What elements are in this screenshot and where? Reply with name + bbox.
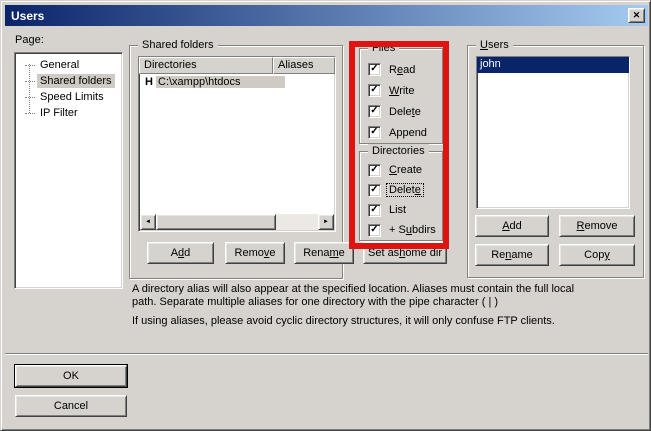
tree-item-general[interactable]: General (15, 57, 122, 73)
page-label: Page: (15, 34, 44, 46)
user-add-button[interactable]: Add (475, 215, 549, 237)
separator-line (5, 353, 648, 355)
checkbox-row-file-delete[interactable]: ✓ Delete (360, 101, 442, 122)
tree-item-label: General (37, 58, 82, 72)
list-checkbox[interactable]: ✓ (368, 204, 381, 217)
close-button[interactable]: ✕ (628, 8, 645, 23)
create-label[interactable]: Create (387, 164, 424, 176)
files-group-label: Files (368, 41, 399, 55)
folder-rename-button[interactable]: Rename (294, 242, 354, 264)
tree-item-shared-folders[interactable]: Shared folders (15, 73, 122, 89)
append-checkbox[interactable]: ✓ (368, 126, 381, 139)
tree-item-speed-limits[interactable]: Speed Limits (15, 89, 122, 105)
cancel-button[interactable]: Cancel (15, 395, 127, 417)
scrollbar-track[interactable] (276, 214, 318, 230)
create-checkbox[interactable]: ✓ (368, 164, 381, 177)
tree-item-label: Speed Limits (37, 90, 107, 104)
checkbox-row-dir-delete[interactable]: ✓ Delete (360, 180, 442, 200)
checkbox-row-create[interactable]: ✓ Create (360, 160, 442, 180)
checkbox-row-read[interactable]: ✓ Read (360, 59, 442, 80)
checkbox-row-append[interactable]: ✓ Append (360, 122, 442, 143)
directories-listview: Directories Aliases H C:\xampp\htdocs ◄ … (138, 56, 336, 232)
dir-delete-checkbox[interactable]: ✓ (368, 184, 381, 197)
file-delete-label[interactable]: Delete (387, 106, 423, 118)
subdirs-label[interactable]: + Subdirs (387, 224, 438, 236)
scroll-left-button[interactable]: ◄ (140, 214, 156, 230)
files-group: Files ✓ Read ✓ Write ✓ Delete ✓ Append (359, 48, 443, 144)
user-row-john[interactable]: john (477, 57, 629, 73)
directories-group-label: Directories (368, 144, 429, 158)
checkbox-row-write[interactable]: ✓ Write (360, 80, 442, 101)
tree-connector (25, 97, 35, 98)
write-label[interactable]: Write (387, 85, 416, 97)
check-icon: ✓ (370, 205, 378, 215)
tree-connector (25, 65, 35, 66)
shared-folders-group-label: Shared folders (138, 38, 218, 52)
checkbox-row-subdirs[interactable]: ✓ + Subdirs (360, 220, 442, 240)
scrollbar-thumb[interactable] (156, 214, 276, 230)
horizontal-scrollbar[interactable]: ◄ ► (140, 214, 334, 230)
help-text-line: If using aliases, please avoid cyclic di… (132, 315, 555, 327)
check-icon: ✓ (370, 165, 378, 175)
file-delete-checkbox[interactable]: ✓ (368, 105, 381, 118)
page-tree: General Shared folders Speed Limits IP F… (14, 52, 123, 289)
directory-path: C:\xampp\htdocs (156, 76, 285, 88)
check-icon: ✓ (370, 127, 378, 137)
scroll-left-icon: ◄ (145, 219, 151, 225)
subdirs-checkbox[interactable]: ✓ (368, 224, 381, 237)
user-rename-button[interactable]: Rename (475, 244, 549, 266)
directories-group: Directories ✓ Create ✓ Delete ✓ List ✓ +… (359, 151, 443, 241)
title-bar[interactable]: Users ✕ (5, 5, 648, 26)
window-title: Users (5, 9, 44, 23)
close-icon: ✕ (633, 11, 641, 20)
tree-item-label: Shared folders (37, 74, 115, 88)
home-dir-marker: H (145, 76, 153, 88)
column-header-aliases[interactable]: Aliases (273, 57, 335, 74)
user-copy-button[interactable]: Copy (559, 244, 635, 266)
read-checkbox[interactable]: ✓ (368, 63, 381, 76)
checkbox-row-list[interactable]: ✓ List (360, 200, 442, 220)
read-label[interactable]: Read (387, 64, 417, 76)
listview-header: Directories Aliases (139, 57, 335, 74)
column-header-directories[interactable]: Directories (139, 57, 273, 74)
check-icon: ✓ (370, 85, 378, 95)
users-list[interactable]: john (476, 56, 630, 209)
tree-item-label: IP Filter (37, 106, 81, 120)
tree-item-ip-filter[interactable]: IP Filter (15, 105, 122, 121)
append-label[interactable]: Append (387, 127, 429, 139)
users-dialog: Users ✕ Page: General Shared folders Spe… (0, 0, 651, 431)
scroll-right-icon: ► (323, 219, 329, 225)
user-remove-button[interactable]: Remove (559, 215, 635, 237)
check-icon: ✓ (370, 106, 378, 116)
set-as-home-dir-button[interactable]: Set as home dir (363, 242, 447, 264)
scroll-right-button[interactable]: ► (318, 214, 334, 230)
tree-connector (25, 81, 35, 82)
dir-delete-label[interactable]: Delete (387, 184, 423, 196)
users-group-label: Users (476, 38, 513, 52)
folder-remove-button[interactable]: Remove (225, 242, 285, 264)
check-icon: ✓ (370, 64, 378, 74)
list-label[interactable]: List (387, 204, 408, 216)
directory-row[interactable]: H C:\xampp\htdocs (139, 75, 335, 91)
help-text-line: path. Separate multiple aliases for one … (132, 296, 498, 308)
folder-add-button[interactable]: Add (147, 242, 214, 264)
check-icon: ✓ (370, 185, 378, 195)
help-text-line: A directory alias will also appear at th… (132, 283, 574, 295)
tree-connector (25, 113, 35, 114)
write-checkbox[interactable]: ✓ (368, 84, 381, 97)
check-icon: ✓ (370, 225, 378, 235)
ok-button[interactable]: OK (15, 365, 127, 387)
